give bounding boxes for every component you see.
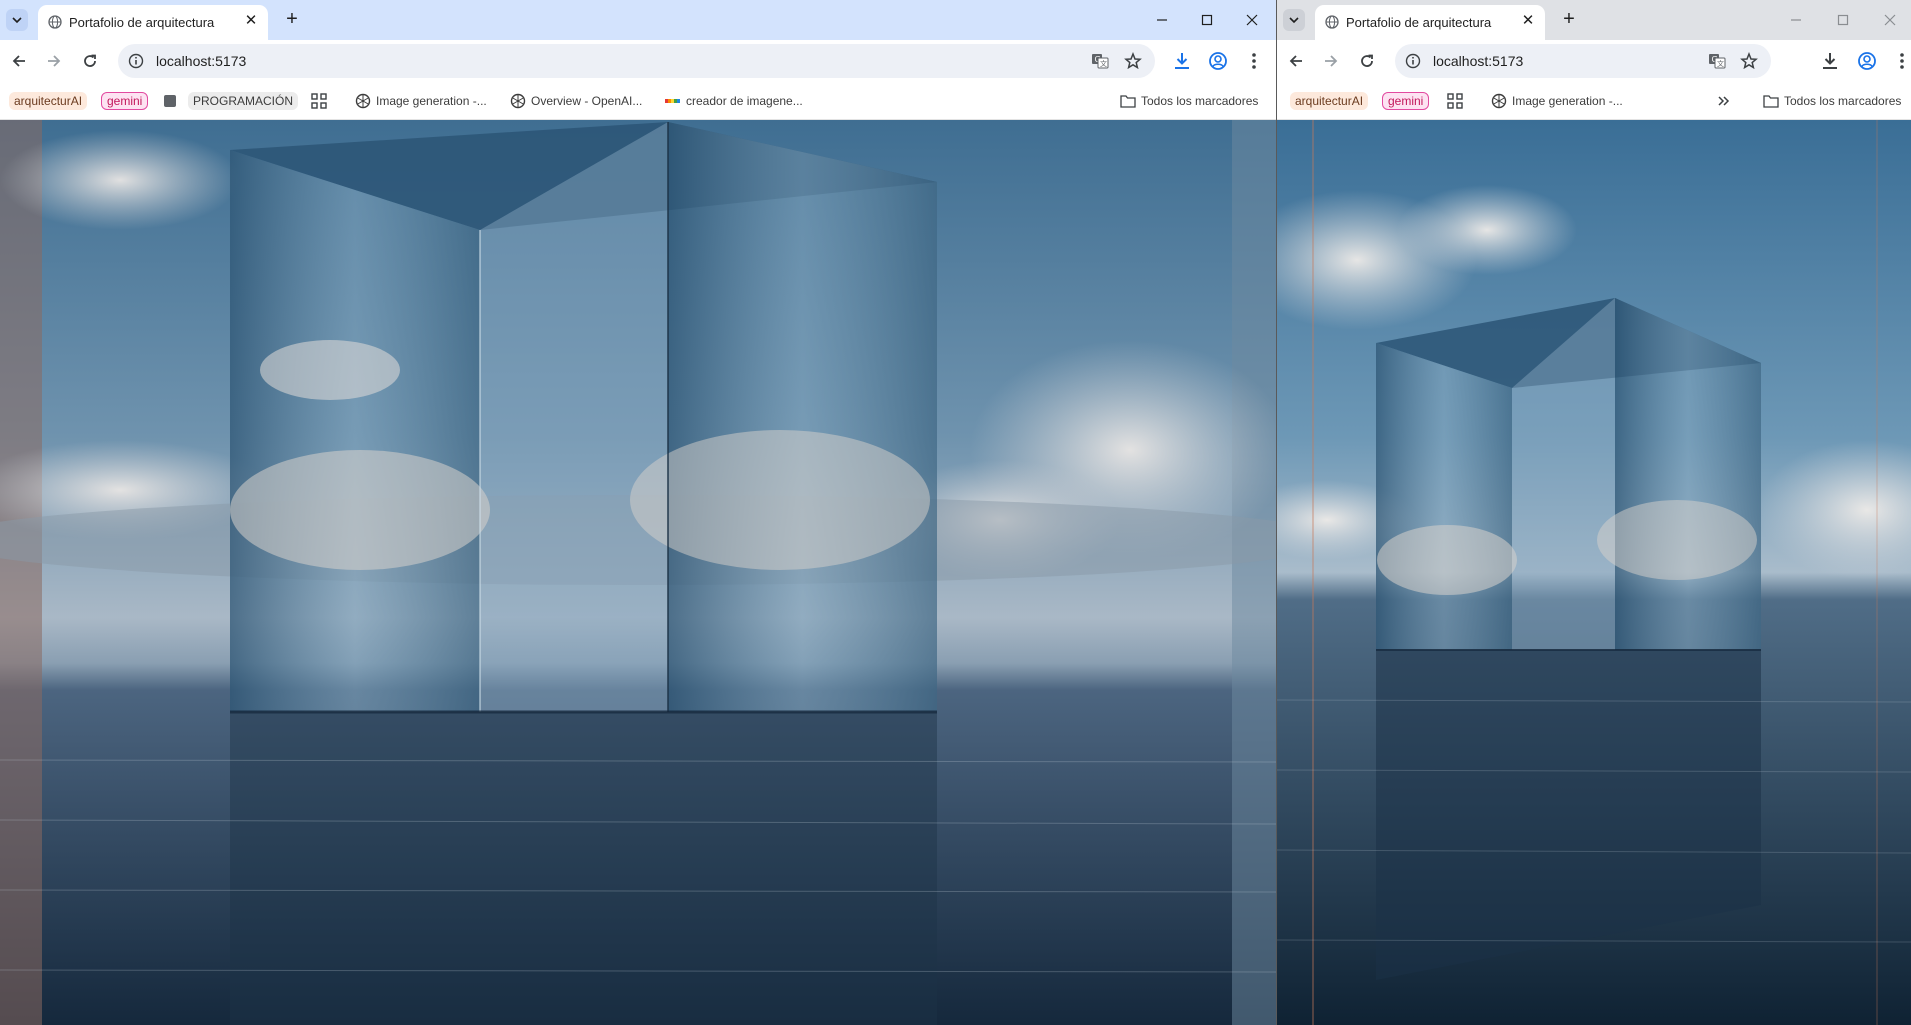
svg-text:文: 文 <box>1717 59 1724 68</box>
tab-search-icon[interactable] <box>6 9 28 31</box>
address-bar[interactable]: localhost:5173 G文 <box>118 44 1155 78</box>
close-icon[interactable]: ✕ <box>1519 12 1537 30</box>
kebab-menu-icon[interactable] <box>1243 50 1265 72</box>
openai-logo-icon <box>510 93 526 109</box>
apps-grid-icon[interactable] <box>311 90 332 112</box>
openai-logo-icon <box>1491 93 1507 109</box>
minimize-icon[interactable] <box>1143 6 1181 34</box>
bookmark-creador-imagenes[interactable]: creador de imagene... <box>665 90 803 112</box>
tab-strip: Portafolio de arquitectura ✕ + <box>0 0 1276 40</box>
info-icon[interactable] <box>1405 53 1421 69</box>
profile-icon[interactable] <box>1207 50 1229 72</box>
svg-text:文: 文 <box>1100 59 1107 68</box>
tab-title: Portafolio de arquitectura <box>1346 15 1492 30</box>
openai-logo-icon <box>355 93 371 109</box>
maximize-icon[interactable] <box>1188 6 1226 34</box>
bookmark-overview-openai[interactable]: Overview - OpenAI... <box>510 90 642 112</box>
back-arrow-icon[interactable] <box>1285 50 1307 72</box>
info-icon[interactable] <box>128 53 144 69</box>
bookmark-square[interactable] <box>163 90 182 112</box>
bookmark-arquitecturai[interactable]: arquitecturAI <box>1290 90 1369 112</box>
hero-image <box>0 120 1276 1025</box>
globe-icon <box>1325 15 1339 29</box>
rainbow-icon <box>665 99 680 103</box>
close-icon[interactable]: ✕ <box>242 12 260 30</box>
globe-icon <box>48 15 62 29</box>
close-window-icon[interactable] <box>1233 6 1271 34</box>
folder-icon <box>1120 95 1136 108</box>
bookmark-gemini[interactable]: gemini <box>1382 90 1430 112</box>
kebab-menu-icon[interactable] <box>1891 50 1911 72</box>
square-icon <box>164 95 176 107</box>
bookmark-programacion[interactable]: PROGRAMACIÓN <box>188 90 299 112</box>
toolbar: localhost:5173 G文 <box>1277 40 1911 82</box>
all-bookmarks-folder[interactable]: Todos los marcadores <box>1120 90 1258 112</box>
page-content <box>0 120 1276 1025</box>
glass-cube <box>1376 298 1761 980</box>
back-arrow-icon[interactable] <box>8 50 30 72</box>
bookmarks-bar: arquitecturAI gemini PROGRAMACIÓN Image … <box>0 82 1276 120</box>
browser-window-left: Portafolio de arquitectura ✕ + localhost… <box>0 0 1276 1025</box>
bookmarks-bar: arquitecturAI gemini Image generation -.… <box>1277 82 1911 120</box>
translate-icon[interactable]: G文 <box>1708 52 1726 70</box>
profile-icon[interactable] <box>1856 50 1878 72</box>
active-tab[interactable]: Portafolio de arquitectura ✕ <box>38 5 268 40</box>
forward-arrow-icon[interactable] <box>43 50 65 72</box>
maximize-icon[interactable] <box>1824 6 1862 34</box>
translate-icon[interactable]: G文 <box>1091 52 1109 70</box>
tab-title: Portafolio de arquitectura <box>69 15 215 30</box>
apps-grid-icon[interactable] <box>1447 90 1468 112</box>
url-text: localhost:5173 <box>1433 53 1524 69</box>
bookmark-image-generation[interactable]: Image generation -... <box>1491 90 1623 112</box>
folder-icon <box>1763 95 1779 108</box>
bookmark-gemini[interactable]: gemini <box>101 90 149 112</box>
hero-image <box>1277 120 1911 1025</box>
address-bar[interactable]: localhost:5173 G文 <box>1395 44 1771 78</box>
download-icon[interactable] <box>1171 50 1193 72</box>
tab-strip: Portafolio de arquitectura ✕ + <box>1277 0 1911 40</box>
url-text: localhost:5173 <box>156 53 247 69</box>
chevron-double-right-icon[interactable] <box>1717 90 1736 112</box>
download-icon[interactable] <box>1819 50 1841 72</box>
active-tab[interactable]: Portafolio de arquitectura ✕ <box>1315 5 1545 40</box>
forward-arrow-icon[interactable] <box>1320 50 1342 72</box>
browser-window-right: Portafolio de arquitectura ✕ + localhost… <box>1277 0 1911 1025</box>
reload-icon[interactable] <box>79 50 101 72</box>
page-content <box>1277 120 1911 1025</box>
reload-icon[interactable] <box>1356 50 1378 72</box>
all-bookmarks-folder[interactable]: Todos los marcadores <box>1763 90 1901 112</box>
plus-icon[interactable]: + <box>1558 9 1580 31</box>
star-icon[interactable] <box>1124 52 1142 70</box>
plus-icon[interactable]: + <box>281 9 303 31</box>
glass-cube <box>230 122 937 1025</box>
bookmark-arquitecturai[interactable]: arquitecturAI <box>9 90 88 112</box>
star-icon[interactable] <box>1740 52 1758 70</box>
tab-search-icon[interactable] <box>1283 9 1305 31</box>
close-window-icon[interactable] <box>1871 6 1909 34</box>
minimize-icon[interactable] <box>1777 6 1815 34</box>
toolbar: localhost:5173 G文 <box>0 40 1276 82</box>
bookmark-image-generation[interactable]: Image generation -... <box>355 90 487 112</box>
